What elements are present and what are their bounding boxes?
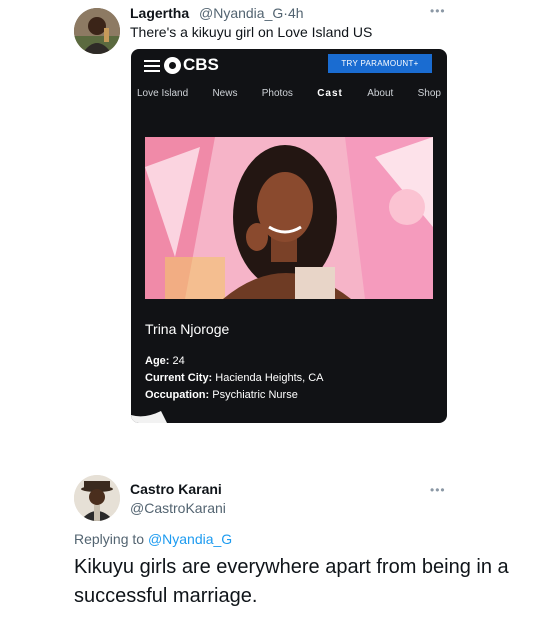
more-horizontal-icon[interactable]: ••• — [430, 4, 446, 18]
nav-photos[interactable]: Photos — [262, 88, 293, 99]
occupation-value: Psychiatric Nurse — [212, 389, 298, 401]
replying-to-label: Replying to — [74, 531, 145, 547]
detail-age: Age: 24 — [145, 355, 185, 367]
author-handle-and-time[interactable]: @Nyandia_G·4h — [199, 5, 304, 21]
cbs-logo[interactable]: CBS — [164, 55, 219, 75]
page-curl-decoration — [131, 411, 167, 423]
contestant-photo — [145, 137, 433, 299]
city-label: Current City: — [145, 372, 213, 384]
avatar-image — [74, 8, 120, 54]
attached-image[interactable]: CBS TRY PARAMOUNT+ Love Island News Phot… — [131, 49, 447, 423]
age-label: Age: — [145, 355, 170, 367]
occupation-label: Occupation: — [145, 389, 210, 401]
nav-love-island[interactable]: Love Island — [137, 88, 188, 99]
reply-author-handle[interactable]: @CastroKarani — [130, 500, 226, 516]
author-avatar[interactable] — [74, 8, 120, 54]
city-value: Hacienda Heights, CA — [215, 372, 324, 384]
cbs-eye-icon — [164, 56, 181, 74]
replying-to: Replying to @Nyandia_G — [74, 531, 232, 547]
tweet-time[interactable]: 4h — [288, 5, 304, 21]
detail-occupation: Occupation: Psychiatric Nurse — [145, 389, 298, 401]
mention-link[interactable]: @Nyandia_G — [148, 531, 232, 547]
more-horizontal-icon[interactable]: ••• — [430, 483, 446, 497]
avatar-image — [74, 475, 120, 521]
try-paramount-button[interactable]: TRY PARAMOUNT+ — [328, 54, 432, 73]
nav-news[interactable]: News — [212, 88, 237, 99]
author-name[interactable]: Lagertha — [130, 5, 189, 21]
tweet-text: There's a kikuyu girl on Love Island US — [130, 24, 373, 40]
nav-shop[interactable]: Shop — [418, 88, 441, 99]
nav-cast[interactable]: Cast — [317, 88, 343, 99]
contestant-name: Trina Njoroge — [145, 321, 230, 337]
author-handle[interactable]: @Nyandia_G — [199, 5, 283, 21]
age-value: 24 — [172, 355, 185, 367]
detail-city: Current City: Hacienda Heights, CA — [145, 372, 324, 384]
reply-text: Kikuyu girls are everywhere apart from b… — [74, 556, 509, 607]
cut-off-text — [145, 74, 345, 80]
reply-author-avatar[interactable] — [74, 475, 120, 521]
hamburger-menu-icon[interactable] — [144, 60, 160, 72]
cbs-logo-text: CBS — [183, 55, 219, 74]
cbs-nav: Love Island News Photos Cast About Shop — [137, 88, 441, 99]
reply-author-name[interactable]: Castro Karani — [130, 481, 222, 497]
nav-about[interactable]: About — [367, 88, 393, 99]
